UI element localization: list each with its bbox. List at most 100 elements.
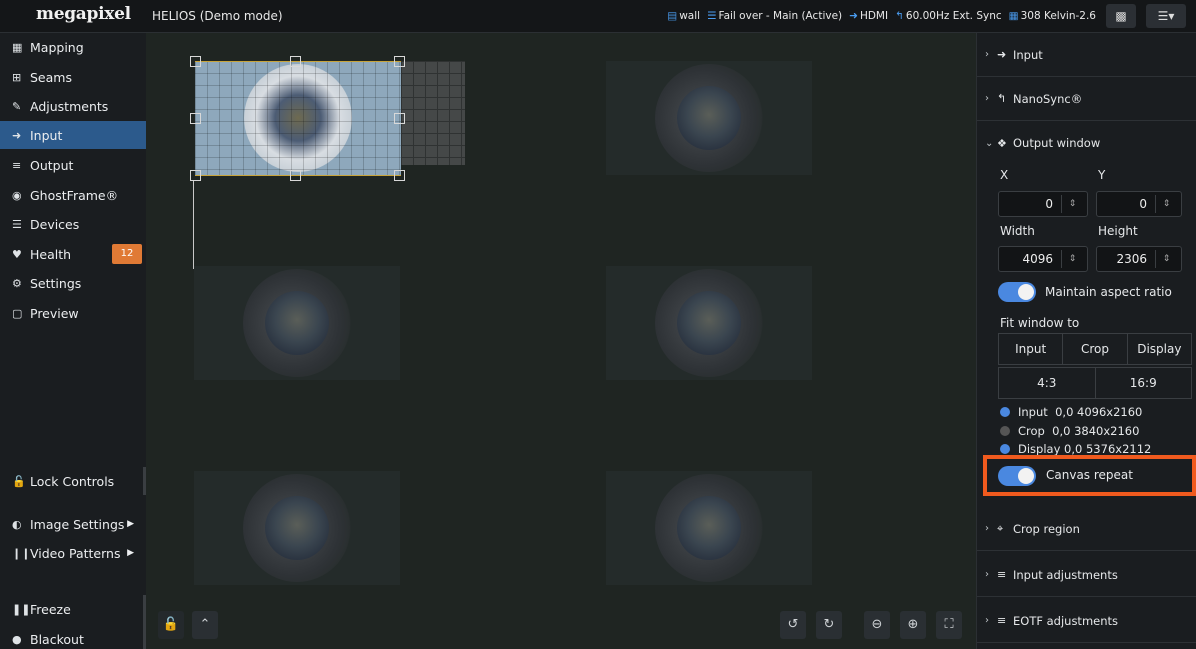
section-nanosync[interactable]: › ↰ NanoSync® — [977, 77, 1196, 121]
resize-handle-b[interactable] — [290, 170, 301, 181]
fit-crop-button[interactable]: Crop — [1063, 334, 1128, 364]
resize-handle-bl[interactable] — [190, 170, 201, 181]
blackout-button[interactable]: ● Blackout — [0, 625, 146, 649]
caret-right-icon: ▶ — [127, 548, 134, 558]
ratio-16-9-button[interactable]: 16:9 — [1096, 368, 1192, 398]
chevron-right-icon: › — [985, 93, 989, 104]
legend-dot — [1000, 426, 1010, 436]
sidebar-item-mapping[interactable]: ▦ Mapping — [0, 33, 146, 61]
spinner-icon[interactable]: ⇕ — [1061, 250, 1083, 268]
status-bar: ▤ wall ☰ Fail over - Main (Active) ➜ HDMI ↰… — [667, 10, 1096, 22]
canvas-area[interactable]: 🔓 ⌃ ↺ ↻ ⊖ ⊕ ⛶ — [146, 33, 976, 649]
zoom-out-icon: ⊖ — [871, 617, 883, 632]
comment-button[interactable]: ▩ — [1106, 4, 1136, 28]
expand-up-button[interactable]: ⌃ — [192, 611, 218, 639]
fit-window-label: Fit window to — [1000, 316, 1080, 330]
sidebar-item-settings[interactable]: ⚙ Settings — [0, 269, 146, 297]
resize-handle-r[interactable] — [394, 113, 405, 124]
sidebar-item-health[interactable]: ♥ Health 12 — [0, 240, 146, 268]
width-input[interactable]: 4096 ⇕ — [998, 246, 1088, 272]
database-icon: ▤ — [667, 10, 678, 22]
sidebar-item-devices[interactable]: ☰ Devices — [0, 210, 146, 238]
sync-icon: ↰ — [997, 92, 1007, 105]
resize-handle-l[interactable] — [190, 113, 201, 124]
zoom-in-button[interactable]: ⊕ — [900, 611, 926, 639]
legend-dot — [1000, 444, 1010, 454]
sidebar-item-seams[interactable]: ⊞ Seams — [0, 63, 146, 91]
fit-display-button[interactable]: Display — [1128, 334, 1191, 364]
x-input[interactable]: 0 ⇕ — [998, 191, 1088, 217]
y-input[interactable]: 0 ⇕ — [1096, 191, 1182, 217]
spinner-icon[interactable]: ⇕ — [1061, 195, 1083, 213]
redo-button[interactable]: ↻ — [816, 611, 842, 639]
status-sync[interactable]: ↰ 60.00Hz Ext. Sync — [895, 10, 1002, 22]
input-icon: ➜ — [12, 128, 22, 142]
resize-handle-tr[interactable] — [394, 56, 405, 67]
spinner-icon[interactable]: ⇕ — [1155, 195, 1177, 213]
status-device[interactable]: ▦ 308 Kelvin-2.6 — [1009, 10, 1096, 22]
output-window-tile[interactable] — [195, 61, 401, 175]
display-tile[interactable] — [606, 61, 812, 175]
unlock-icon: 🔓 — [12, 474, 26, 488]
undo-button[interactable]: ↺ — [780, 611, 806, 639]
width-label: Width — [1000, 224, 1035, 238]
section-eotf-adjustments[interactable]: › ≡ EOTF adjustments — [977, 599, 1196, 643]
resize-handle-tl[interactable] — [190, 56, 201, 67]
display-tile[interactable] — [194, 266, 400, 380]
fit-window-group: Input Crop Display — [998, 333, 1192, 365]
section-output-window[interactable]: ⌄ ❖ Output window — [977, 121, 1196, 165]
legend-input: Input 0,0 4096x2160 — [1000, 405, 1142, 419]
ratio-4-3-button[interactable]: 4:3 — [999, 368, 1096, 398]
unlock-canvas-button[interactable]: 🔓 — [158, 611, 184, 639]
resize-handle-t[interactable] — [290, 56, 301, 67]
undo-icon: ↺ — [787, 617, 799, 632]
y-label: Y — [1098, 168, 1106, 182]
image-settings-menu[interactable]: ◐ Image Settings ▶ — [0, 510, 146, 538]
fit-screen-button[interactable]: ⛶ — [936, 611, 962, 639]
display-tile[interactable] — [606, 471, 812, 585]
chevron-right-icon: › — [985, 615, 989, 626]
resize-handle-br[interactable] — [394, 170, 405, 181]
database-menu-button[interactable]: ☰▾ — [1146, 4, 1186, 28]
display-tile[interactable] — [606, 266, 812, 380]
section-input-adjustments[interactable]: › ≡ Input adjustments — [977, 553, 1196, 597]
fit-input-button[interactable]: Input — [999, 334, 1064, 364]
freeze-button[interactable]: ❚❚ Freeze — [0, 595, 146, 623]
status-input[interactable]: ➜ HDMI — [849, 10, 888, 22]
height-input[interactable]: 2306 ⇕ — [1096, 246, 1182, 272]
sidebar-item-output[interactable]: ≡ Output — [0, 151, 146, 179]
pixel-grid — [195, 61, 401, 175]
legend-display: Display 0,0 5376x2112 — [1000, 443, 1151, 455]
video-patterns-menu[interactable]: ❙❙ Video Patterns ▶ — [0, 539, 146, 567]
section-input[interactable]: › ➜ Input — [977, 33, 1196, 77]
sidebar-item-ghostframe[interactable]: ◉ GhostFrame® — [0, 181, 146, 209]
chevron-down-icon: ⌄ — [985, 137, 994, 149]
section-crop-region[interactable]: › ⌖ Crop region — [977, 507, 1196, 551]
sidebar-item-preview[interactable]: ▢ Preview — [0, 299, 146, 327]
maintain-aspect-label: Maintain aspect ratio — [1045, 285, 1172, 299]
sliders-icon: ≡ — [997, 568, 1007, 581]
unlock-icon: 🔓 — [162, 617, 180, 632]
canvas-repeat-grid — [401, 61, 465, 165]
height-label: Height — [1098, 224, 1138, 238]
barcode-icon: ❙❙ — [12, 546, 31, 560]
comment-icon: ▩ — [1115, 9, 1127, 23]
status-failover[interactable]: ☰ Fail over - Main (Active) — [707, 10, 842, 22]
status-wall[interactable]: ▤ wall — [667, 10, 700, 22]
spinner-icon[interactable]: ⇕ — [1155, 250, 1177, 268]
crop-icon: ⌖ — [997, 521, 1004, 535]
lock-controls-button[interactable]: 🔓 Lock Controls — [0, 467, 146, 495]
display-tile[interactable] — [194, 471, 400, 585]
sidebar: ▦ Mapping ⊞ Seams ✎ Adjustments ➜ Input ≡ Out… — [0, 33, 146, 649]
pause-icon: ❚❚ — [12, 602, 31, 616]
contrast-icon: ◐ — [12, 517, 22, 531]
aspect-ratio-group: 4:3 16:9 — [998, 367, 1192, 399]
sidebar-item-input[interactable]: ➜ Input — [0, 121, 146, 149]
zoom-out-button[interactable]: ⊖ — [864, 611, 890, 639]
fullscreen-icon: ⛶ — [944, 617, 954, 632]
maintain-aspect-toggle[interactable] — [998, 282, 1036, 302]
chevron-right-icon: › — [985, 523, 989, 534]
lightbulb-icon: ● — [12, 632, 22, 646]
sliders-icon: ≡ — [12, 158, 22, 172]
sidebar-item-adjustments[interactable]: ✎ Adjustments — [0, 92, 146, 120]
